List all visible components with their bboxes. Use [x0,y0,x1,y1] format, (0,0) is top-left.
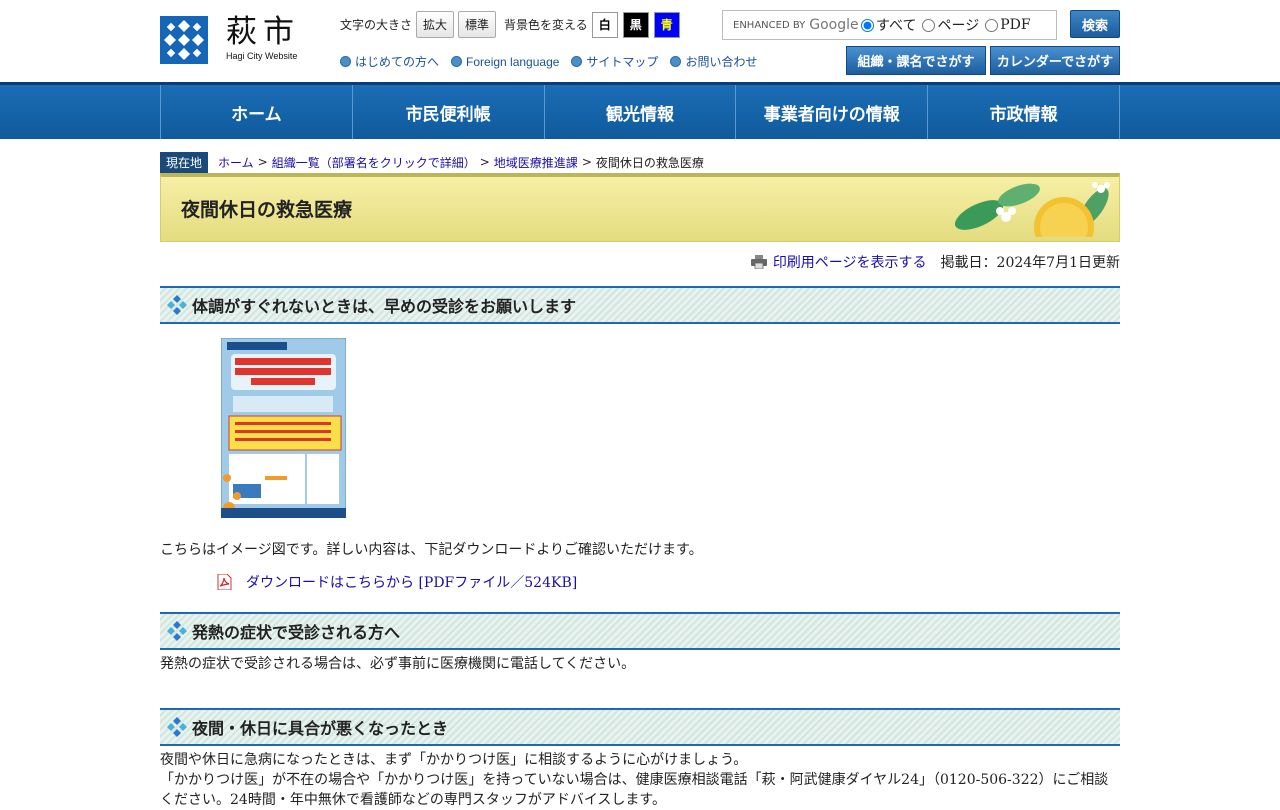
breadcrumb-label: 現在地 [160,151,209,173]
diamond-bullet-icon [167,717,187,737]
nav-citizen-guide[interactable]: 市民便利帳 [351,85,544,139]
diamond-bullet-icon [167,295,187,315]
breadcrumb-org-list[interactable]: 組織一覧（部署名をクリックで詳細） [272,154,476,171]
search-by-calendar-button[interactable]: カレンダーでさがす [990,46,1120,75]
font-normal-button[interactable]: 標準 [458,11,497,38]
section-heading-early-visit: 体調がすぐれないときは、早めの受診をお願いします [160,286,1120,324]
site-logo[interactable]: 萩市 Hagi City Website [160,16,300,64]
citrus-decoration-icon [954,182,1110,237]
hagi-logo-mark-icon [160,16,208,64]
pdf-download-link[interactable]: ダウンロードはこちらから [PDFファイル／524KB] [246,572,577,592]
main-content: 現在地 ホーム > 組織一覧（部署名をクリックで詳細） > 地域医療推進課 > … [160,151,1120,810]
logo-title: 萩市 [226,14,300,50]
site-header: 萩市 Hagi City Website 文字の大きさ 拡大 標準 背景色を変え… [160,0,1120,82]
scope-pdf[interactable]: PDF [985,17,1031,33]
section-heading-fever: 発熱の症状で受診される方へ [160,612,1120,650]
bg-white-button[interactable]: 白 [591,11,618,38]
bullet-icon [340,56,351,67]
bg-black-button[interactable]: 黒 [622,11,649,38]
google-brand: Google [809,17,859,33]
search-scope: すべて ページ PDF [861,15,1037,35]
nav-home[interactable]: ホーム [160,85,352,139]
bg-blue-button[interactable]: 青 [653,11,680,38]
fever-text: 発熱の症状で受診される場合は、必ず事前に医療機関に電話してください。 [160,656,636,672]
night-text-line2: 「かかりつけ医」が不在の場合や「かかりつけ医」を持っていない場合は、健康医療相談… [160,772,1109,808]
quick-links: はじめての方へ Foreign language サイトマップ お問い合わせ [340,53,769,70]
search-powered-by: ENHANCED BY [733,19,806,31]
page-title: 夜間休日の救急医療 [181,199,353,221]
breadcrumb: 現在地 ホーム > 組織一覧（部署名をクリックで詳細） > 地域医療推進課 > … [160,151,1120,173]
page-title-banner: 夜間休日の救急医療 [160,173,1120,242]
section-heading-night-holiday: 夜間・休日に具合が悪くなったとき [160,708,1120,746]
scope-page[interactable]: ページ [922,15,979,35]
scope-all[interactable]: すべて [861,15,916,35]
font-large-button[interactable]: 拡大 [416,11,455,38]
search-input[interactable]: ENHANCED BY Google [723,12,861,38]
quick-link-contact[interactable]: お問い合わせ [670,53,757,70]
diamond-bullet-icon [167,621,187,641]
bg-color-label: 背景色を変える [504,18,588,32]
nav-city-government[interactable]: 市政情報 [927,85,1120,139]
breadcrumb-department[interactable]: 地域医療推進課 [494,154,578,171]
page-meta: 印刷用ページを表示する 掲載日：2024年7月1日更新 [160,252,1120,272]
quick-link-sitemap[interactable]: サイトマップ [571,53,658,70]
print-page-link[interactable]: 印刷用ページを表示する [773,252,927,272]
quick-link-beginners[interactable]: はじめての方へ [340,53,439,70]
search-button[interactable]: 検索 [1070,10,1120,38]
breadcrumb-home[interactable]: ホーム [218,154,254,171]
night-text-line1: 夜間や休日に急病になったときは、まず「かかりつけ医」に相談するように心がけましょ… [160,752,748,768]
nav-business[interactable]: 事業者向けの情報 [735,85,927,139]
breadcrumb-current: 夜間休日の救急医療 [595,155,704,170]
bullet-icon [451,56,463,67]
printer-icon [750,255,767,269]
site-search: ENHANCED BY Google すべて ページ PDF [722,10,1057,40]
accessibility-tools: 文字の大きさ 拡大 標準 背景色を変える 白 黒 青 [340,11,685,38]
logo-subtitle: Hagi City Website [226,51,298,61]
search-by-org-button[interactable]: 組織・課名でさがす [846,46,986,75]
pdf-file-icon [217,574,232,590]
font-size-label: 文字の大きさ [340,18,413,32]
nav-tourism[interactable]: 観光情報 [543,85,736,139]
image-note: こちらはイメージ図です。詳しい内容は、下記ダウンロードよりご確認いただけます。 [160,542,703,558]
global-nav: ホーム 市民便利帳 観光情報 事業者向けの情報 市政情報 [0,82,1280,139]
updated-date: 掲載日：2024年7月1日更新 [940,255,1120,271]
flyer-thumbnail-image[interactable] [220,337,347,519]
quick-link-foreign-language[interactable]: Foreign language [451,53,559,70]
bullet-icon [571,56,583,67]
pdf-download: ダウンロードはこちらから [PDFファイル／524KB] [216,572,1120,592]
bullet-icon [670,56,682,67]
